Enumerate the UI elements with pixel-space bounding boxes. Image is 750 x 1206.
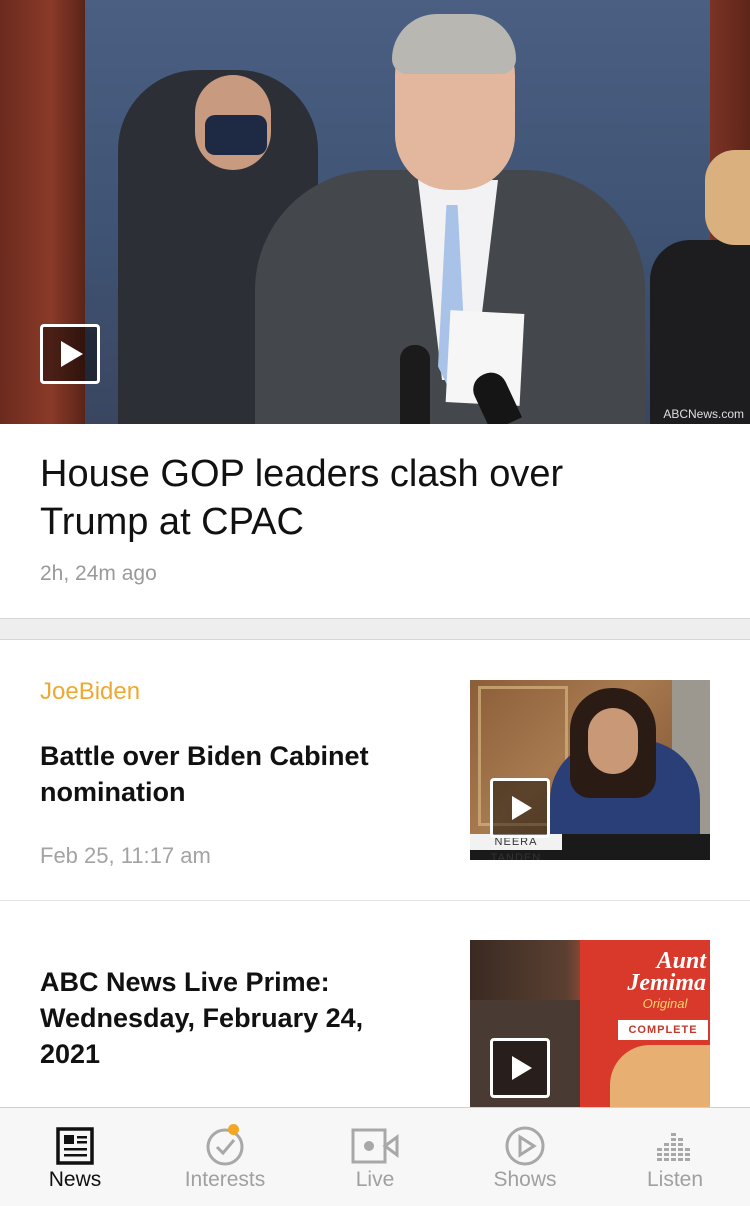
story-topic-tag[interactable]: JoeBiden [40,678,140,706]
thumbnail-product-label: COMPLETE [618,1020,708,1040]
thumbnail-brand-subtitle: Original [642,996,688,1011]
tab-label: Interests [184,1168,266,1191]
tab-shows[interactable]: Shows [450,1108,600,1206]
hero-right-person [650,240,750,424]
story-headline[interactable]: ABC News Live Prime: Wednesday, February… [40,964,420,1072]
story-play-button[interactable] [490,1038,550,1098]
hero-microphone [400,345,430,424]
hero-headline[interactable]: House GOP leaders clash over Trump at CP… [40,450,680,546]
story-play-button[interactable] [490,778,550,838]
tab-label: Live [355,1168,395,1191]
tab-interests[interactable]: Interests [150,1108,300,1206]
play-icon [512,796,532,820]
tab-label: Listen [646,1168,704,1191]
play-icon [512,1056,532,1080]
play-icon [61,341,83,367]
equalizer-icon [657,1133,690,1161]
thumbnail-person-face [588,708,638,774]
hero-background-person-mask [205,115,267,155]
story-thumbnail[interactable]: NEERA TANDEN [470,680,710,860]
story-headline[interactable]: Battle over Biden Cabinet nomination [40,738,420,810]
hero-right-person-head [705,150,750,245]
story-thumbnail[interactable]: Aunt Jemima Original COMPLETE [470,940,710,1120]
section-divider [0,618,750,640]
play-circle-icon [505,1126,545,1166]
story-card[interactable]: ABC News Live Prime: Wednesday, February… [0,901,750,1120]
tab-news[interactable]: News [0,1108,150,1206]
hero-play-button[interactable] [40,324,100,384]
bottom-tab-bar: News Interests Live Shows Listen [0,1107,750,1206]
tab-listen[interactable]: Listen [600,1108,750,1206]
check-circle-icon [206,1128,244,1166]
tab-label: Shows [493,1168,557,1191]
hero-main-person-hair [392,14,516,74]
tab-live[interactable]: Live [300,1108,450,1206]
notification-dot [228,1124,239,1135]
tab-label: News [48,1168,102,1191]
hero-watermark: ABCNews.com [663,407,744,421]
hero-timestamp: 2h, 24m ago [40,562,157,585]
hero-story-image[interactable]: ABCNews.com [0,0,750,424]
thumbnail-brand-logo: Aunt Jemima [627,948,706,996]
video-camera-icon [351,1128,399,1164]
story-card[interactable]: JoeBiden Battle over Biden Cabinet nomin… [0,640,750,901]
newspaper-icon [56,1127,94,1165]
story-timestamp: Feb 25, 11:17 am [40,843,211,868]
